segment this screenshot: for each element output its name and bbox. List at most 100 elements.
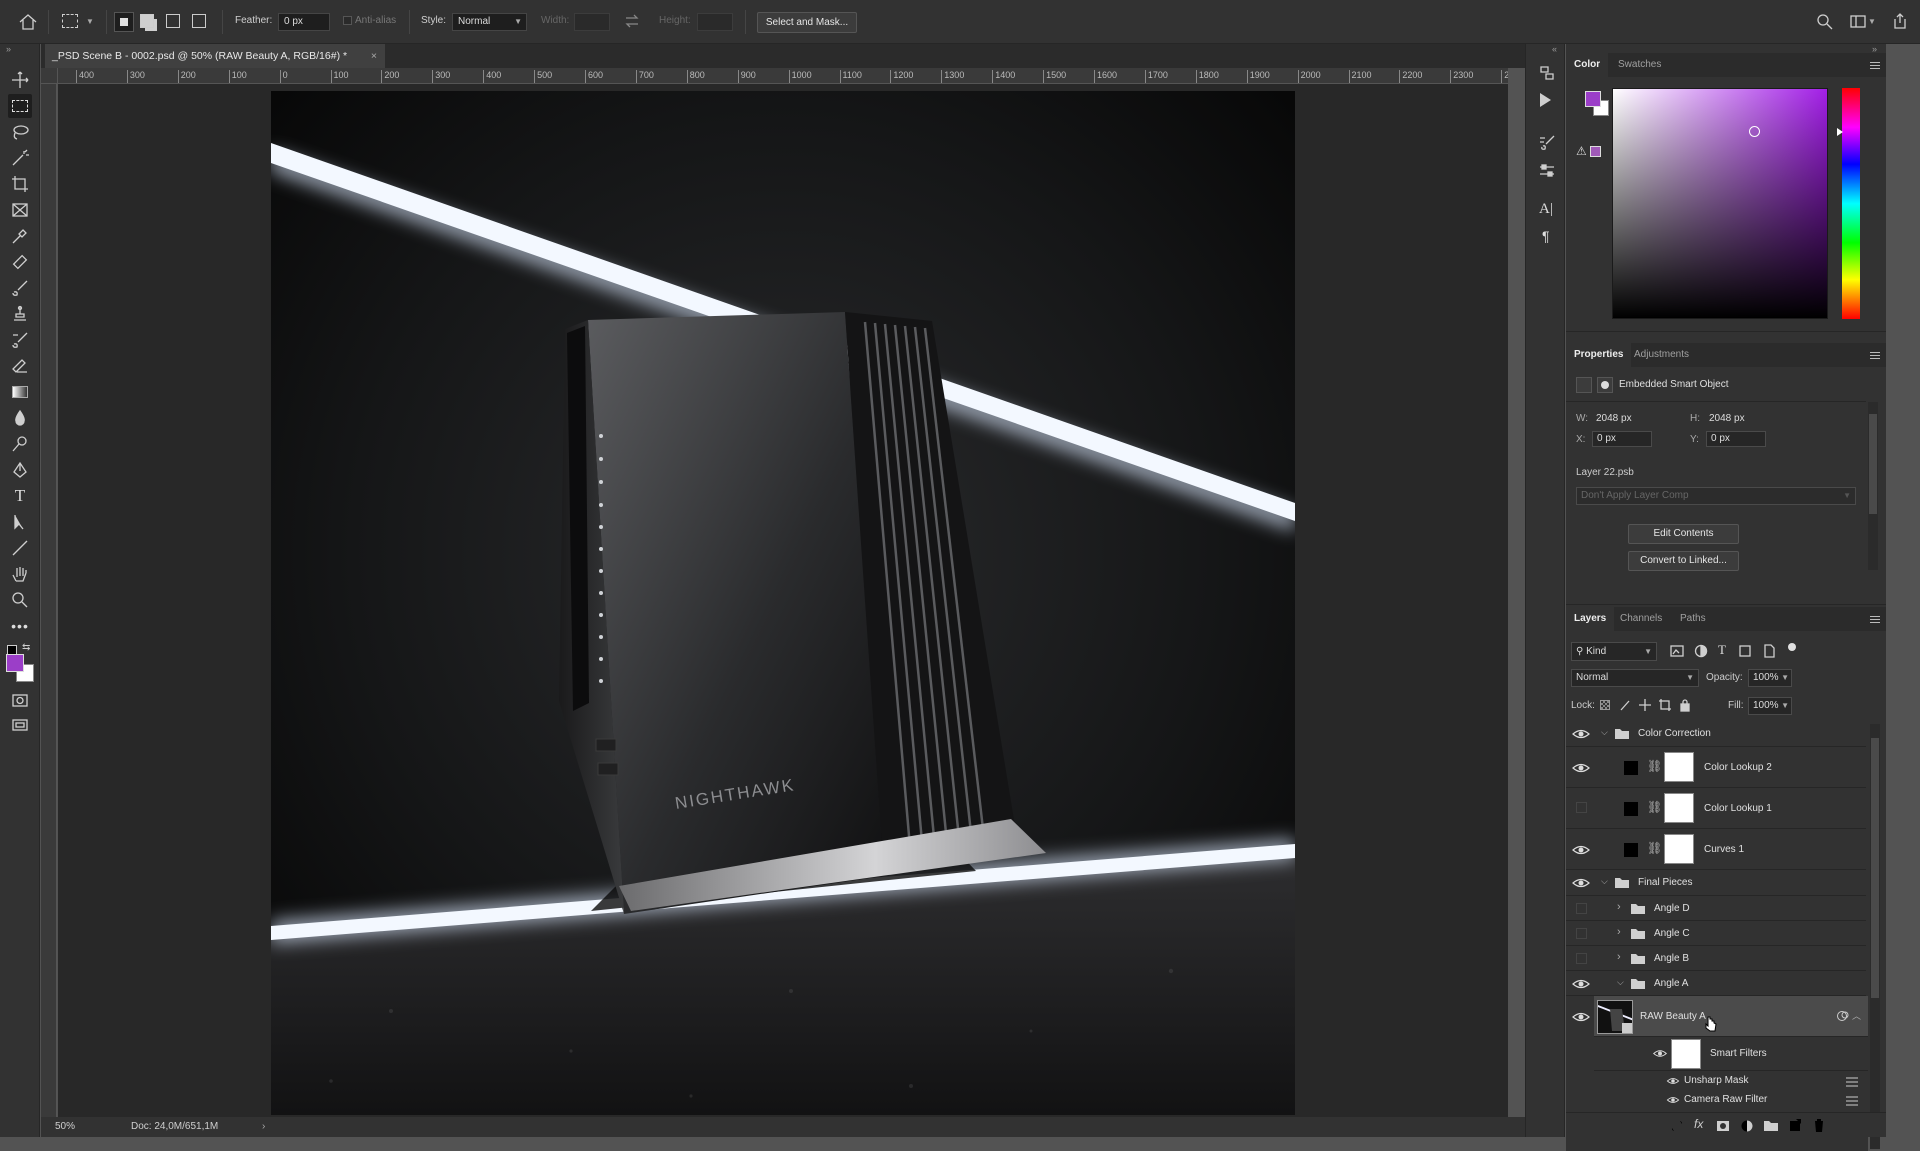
gradient-tool-icon[interactable] (8, 380, 32, 404)
swap-colors-icon[interactable]: ⇆ (22, 642, 30, 653)
layer-row[interactable]: ⛓ Color Lookup 1 (1566, 788, 1866, 829)
add-selection-button[interactable] (140, 14, 154, 28)
filter-type-icon[interactable]: T (1718, 642, 1726, 658)
share-icon[interactable] (1892, 12, 1908, 30)
pen-tool-icon[interactable] (8, 458, 32, 482)
layers-scrollbar[interactable] (1870, 724, 1880, 1149)
layer-row[interactable]: ⌵ Final Pieces (1566, 870, 1866, 896)
layer-thumbnail[interactable] (1597, 1000, 1633, 1034)
lock-artboard-icon[interactable] (1658, 698, 1672, 712)
collapse-icon[interactable]: » (6, 44, 11, 54)
panel-menu-icon[interactable] (1870, 616, 1880, 623)
visibility-eye-icon[interactable] (1571, 843, 1591, 857)
add-mask-icon[interactable] (1716, 1119, 1730, 1133)
foreground-color-swatch[interactable] (1585, 91, 1601, 107)
layer-row[interactable]: › Angle B (1566, 946, 1866, 971)
mask-icon[interactable] (1597, 377, 1613, 393)
document-tab[interactable]: _PSD Scene B - 0002.psd @ 50% (RAW Beaut… (45, 44, 385, 68)
frame-tool-icon[interactable] (8, 198, 32, 222)
visibility-toggle-off[interactable] (1576, 802, 1587, 813)
actions-icon[interactable] (1540, 93, 1551, 107)
filter-options-icon[interactable] (1844, 1094, 1862, 1106)
path-selection-tool-icon[interactable] (8, 510, 32, 534)
properties-scrollbar[interactable] (1868, 402, 1878, 570)
y-input[interactable]: 0 px (1706, 431, 1766, 447)
lock-transparent-icon[interactable] (1600, 700, 1610, 710)
visibility-toggle-off[interactable] (1576, 903, 1587, 914)
subtract-selection-button[interactable] (166, 14, 180, 28)
layer-row-selected[interactable]: RAW Beauty A ︿ (1594, 996, 1868, 1037)
smart-filter-icon[interactable] (1836, 1010, 1850, 1022)
type-tool-icon[interactable]: T (8, 484, 32, 508)
move-tool-icon[interactable] (8, 68, 32, 92)
height-input[interactable] (697, 13, 733, 31)
visibility-eye-icon[interactable] (1571, 761, 1591, 775)
visibility-eye-icon[interactable] (1571, 727, 1591, 741)
gamut-color-swatch[interactable] (1590, 146, 1601, 157)
chevron-down-icon[interactable]: ▼ (86, 17, 94, 26)
chevron-right-icon[interactable]: › (1617, 951, 1621, 963)
link-layers-icon[interactable] (1670, 1119, 1684, 1133)
tab-channels[interactable]: Channels (1612, 607, 1670, 631)
lock-position-icon[interactable] (1638, 698, 1652, 712)
intersect-selection-button[interactable] (192, 14, 206, 28)
hue-slider[interactable] (1842, 88, 1860, 319)
x-input[interactable]: 0 px (1592, 431, 1652, 447)
search-icon[interactable] (1816, 13, 1834, 31)
layer-row[interactable]: ⛓ Color Lookup 2 (1566, 747, 1866, 788)
dodge-tool-icon[interactable] (8, 432, 32, 456)
lasso-tool-icon[interactable] (8, 120, 32, 144)
new-layer-icon[interactable] (1788, 1118, 1802, 1132)
screen-mode-icon[interactable] (8, 714, 32, 738)
zoom-level[interactable]: 50% (55, 1117, 75, 1137)
visibility-eye-icon[interactable] (1652, 1048, 1668, 1059)
smart-filter-mask-thumbnail[interactable] (1671, 1039, 1701, 1069)
chevron-right-icon[interactable]: › (1617, 901, 1621, 913)
brush-settings-icon[interactable] (1538, 134, 1556, 152)
chevron-right-icon[interactable]: › (1617, 926, 1621, 938)
layer-comp-select[interactable]: Don't Apply Layer Comp ▼ (1576, 487, 1856, 505)
brush-tool-icon[interactable] (8, 276, 32, 300)
trash-icon[interactable] (1812, 1118, 1826, 1133)
chevron-right-icon[interactable]: › (262, 1117, 265, 1137)
layer-row[interactable]: Smart Filters (1594, 1037, 1868, 1071)
chevron-down-icon[interactable]: ▼ (1868, 17, 1876, 26)
layer-row[interactable]: › Angle C (1566, 921, 1866, 946)
style-select[interactable]: Normal ▼ (452, 13, 527, 31)
width-value[interactable]: 2048 px (1596, 413, 1632, 424)
new-adjustment-icon[interactable] (1740, 1119, 1754, 1133)
more-tools-icon[interactable]: ••• (8, 614, 32, 638)
close-tab-icon[interactable]: × (371, 44, 377, 68)
rectangular-marquee-tool-icon[interactable] (8, 94, 32, 118)
color-field[interactable] (1612, 88, 1828, 319)
healing-brush-tool-icon[interactable] (8, 250, 32, 274)
character-icon[interactable]: A| (1539, 201, 1553, 218)
ruler-origin[interactable] (41, 68, 58, 84)
chevron-up-icon[interactable]: ︿ (1852, 1009, 1861, 1022)
filter-adjustment-icon[interactable] (1694, 644, 1708, 658)
visibility-eye-icon[interactable] (1571, 1010, 1591, 1024)
link-icon[interactable]: ⛓ (1647, 759, 1662, 773)
swap-icon[interactable] (624, 14, 640, 28)
lock-all-icon[interactable] (1678, 698, 1692, 712)
warning-icon[interactable]: ⚠ (1576, 144, 1587, 158)
new-selection-button[interactable] (114, 12, 134, 32)
layer-mask-thumbnail[interactable] (1664, 834, 1694, 864)
panel-menu-icon[interactable] (1870, 62, 1880, 69)
edit-contents-button[interactable]: Edit Contents (1628, 524, 1739, 544)
width-input[interactable] (574, 13, 610, 31)
chevron-down-icon[interactable]: ⌵ (1601, 727, 1608, 738)
chevron-down-icon[interactable]: ⌵ (1601, 876, 1608, 887)
visibility-eye-icon[interactable] (1666, 1076, 1680, 1086)
visibility-eye-icon[interactable] (1666, 1095, 1680, 1105)
select-and-mask-button[interactable]: Select and Mask... (757, 12, 857, 33)
blend-mode-select[interactable]: Normal ▼ (1571, 669, 1699, 687)
history-icon[interactable] (1538, 64, 1556, 82)
anti-alias-checkbox[interactable] (343, 16, 352, 25)
paragraph-icon[interactable]: ¶ (1542, 228, 1550, 244)
tab-layers[interactable]: Layers (1566, 607, 1615, 631)
home-icon[interactable] (17, 12, 39, 32)
layer-mask-thumbnail[interactable] (1664, 752, 1694, 782)
convert-to-linked-button[interactable]: Convert to Linked... (1628, 551, 1739, 571)
collapse-icon[interactable]: « (1552, 44, 1557, 54)
